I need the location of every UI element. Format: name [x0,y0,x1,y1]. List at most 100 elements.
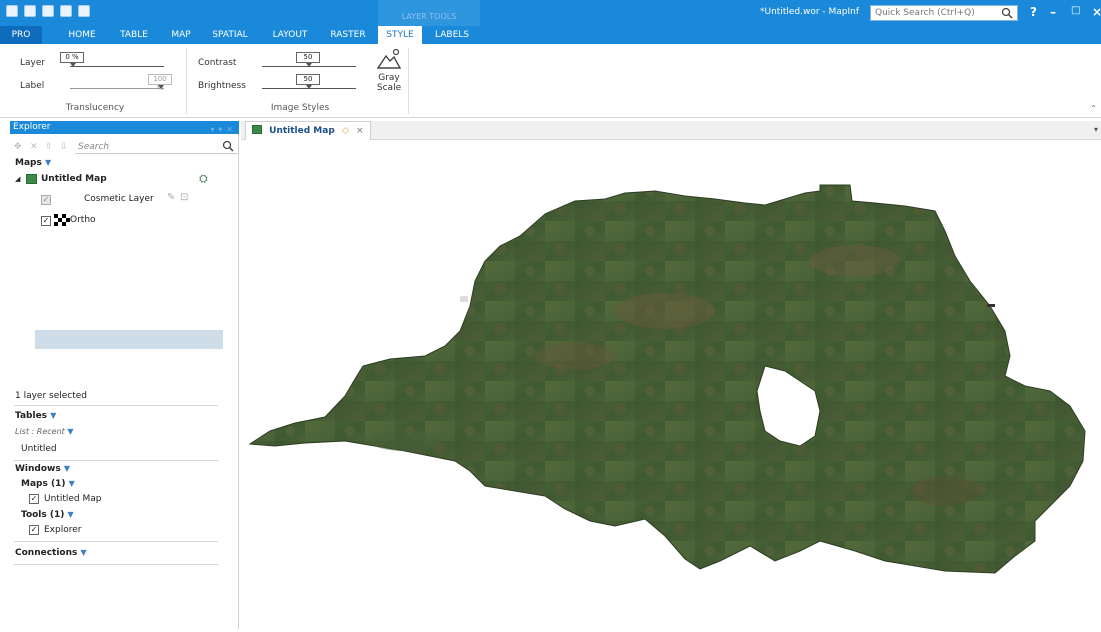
windows-tools-group[interactable]: Tools (1) ▼ [21,510,74,520]
label-translucency-slider[interactable] [70,88,164,89]
brightness-label: Brightness [198,81,246,91]
doc-tab-label: Untitled Map [269,126,335,136]
untitled-map-window-item[interactable]: Untitled Map [44,494,101,504]
gray-scale-label-2: Scale [376,83,402,93]
land-area [248,184,1086,574]
search-icon[interactable] [222,140,234,155]
selection-status: 1 layer selected [15,391,88,401]
tab-list-dropdown-icon[interactable]: ▾ [1094,125,1098,134]
title-bar: LAYER TOOLS *Untitled.wor - MapInf Quick… [0,0,1101,26]
expand-icon[interactable]: ▼ [69,479,75,488]
map-tree-item[interactable]: Untitled Map [41,174,107,184]
brightness-slider[interactable] [262,88,356,89]
expand-icon[interactable]: ▼ [68,510,74,519]
maps-heading-label: Maps [15,158,42,168]
map-icon [26,174,37,184]
tab-labels[interactable]: LABELS [430,26,474,44]
tab-raster[interactable]: RASTER [326,26,370,44]
tab-style[interactable]: STYLE [378,26,422,44]
windows-maps-group[interactable]: Maps (1) ▼ [21,479,75,489]
table-icon[interactable] [42,5,54,17]
tab-layout[interactable]: LAYOUT [268,26,312,44]
collapse-triangle-icon[interactable]: ◢ [15,175,20,183]
quick-search-placeholder: Quick Search (Ctrl+Q) [875,8,975,18]
untitled-map-window-checkbox[interactable]: ✓ [29,494,39,504]
tab-spatial[interactable]: SPATIAL [208,26,252,44]
help-button[interactable]: ? [1030,5,1037,19]
open-icon[interactable] [6,5,18,17]
layer-translucency-label: Layer [20,58,46,68]
divider [14,405,218,406]
explorer-search-input[interactable]: Search [75,140,238,154]
move-up-icon[interactable]: ⇧ [45,142,53,152]
ribbon-tabs: PRO HOME TABLE MAP SPATIAL LAYOUT RASTER… [0,26,1101,44]
explorer-header: Explorer ▾ ✦ ✕ [10,121,239,134]
expand-icon[interactable]: ▼ [50,411,56,420]
contrast-slider[interactable] [262,66,356,67]
undo-icon[interactable] [60,5,72,17]
minimize-button[interactable]: – [1050,5,1056,19]
add-icon[interactable]: ✥ [14,142,22,152]
pin-diamond-icon[interactable]: ◇ [342,126,349,136]
dropdown-icon[interactable]: ▼ [67,427,73,436]
tables-heading-label: Tables [15,411,48,421]
ortho-checkbox[interactable]: ✓ [41,216,51,226]
gray-scale-icon [376,48,402,73]
explorer-window-checkbox[interactable]: ✓ [29,525,39,535]
tab-untitled-map[interactable]: Untitled Map ◇ × [245,121,371,140]
search-icon[interactable] [1001,7,1013,22]
connections-heading-label: Connections [15,548,78,558]
connections-heading[interactable]: Connections ▼ [15,548,87,558]
save-icon[interactable] [24,5,36,17]
windows-tools-group-label: Tools (1) [21,510,65,520]
select-icon[interactable]: ⊡ [180,192,188,203]
explorer-window-item[interactable]: Explorer [44,525,81,535]
maximize-button[interactable]: □ [1071,5,1080,16]
cosmetic-layer-label[interactable]: Cosmetic Layer [84,194,154,204]
table-item[interactable]: Untitled [21,444,57,454]
maps-heading[interactable]: Maps ▼ [15,158,51,168]
explorer-panel: Explorer ▾ ✦ ✕ ✥ ✕ ⇧ ⇩ Search Maps ▼ ◢ U… [10,121,239,629]
remove-icon[interactable]: ✕ [30,142,38,152]
close-button[interactable]: × [1092,5,1101,19]
expand-icon[interactable]: ▼ [81,548,87,557]
expand-icon[interactable]: ▼ [64,464,70,473]
expand-icon[interactable]: ▼ [45,158,51,167]
label-translucency-label: Label [20,81,45,91]
layer-row-ortho[interactable] [35,330,223,349]
cosmetic-layer-checkbox[interactable]: ✓ [41,195,51,205]
translucency-group-title: Translucency [65,103,125,113]
ribbon-separator [186,48,187,114]
windows-heading[interactable]: Windows ▼ [15,464,70,474]
pin-icon[interactable]: ▾ ✦ ✕ [210,123,233,136]
raster-layer-icon [54,214,70,229]
layer-translucency-value[interactable]: 0 % [60,52,84,63]
quick-access-toolbar [6,5,90,17]
tables-list-filter[interactable]: List : Recent ▼ [15,427,73,436]
map-canvas[interactable] [245,141,1101,629]
tab-table[interactable]: TABLE [113,26,155,44]
contrast-label: Contrast [198,58,237,68]
close-tab-icon[interactable]: × [356,126,364,136]
tab-map[interactable]: MAP [166,26,196,44]
explorer-title: Explorer [13,122,51,132]
tables-heading[interactable]: Tables ▼ [15,411,56,421]
quick-search-input[interactable]: Quick Search (Ctrl+Q) [870,5,1018,21]
layer-control-icon[interactable]: ⛭ [199,172,208,186]
document-tab-bar: Untitled Map ◇ × ▾ [241,121,1101,140]
layer-tools-context-label: LAYER TOOLS [378,0,480,26]
contrast-value[interactable]: 50 [296,52,320,63]
edit-icon[interactable]: ✎ [167,192,175,203]
gray-scale-label-1: Gray [378,73,400,83]
move-down-icon[interactable]: ⇩ [60,142,68,152]
brightness-value[interactable]: 50 [296,74,320,85]
ribbon-separator [408,48,409,114]
ortho-layer-label[interactable]: Ortho [70,215,96,225]
layer-translucency-slider[interactable] [70,66,164,67]
collapse-ribbon-icon[interactable]: ⌃ [1090,104,1097,113]
label-translucency-value[interactable]: 100 % [148,74,172,92]
customize-icon[interactable] [78,5,90,17]
tab-home[interactable]: HOME [58,26,106,44]
tab-pro[interactable]: PRO [0,26,42,44]
gray-scale-button[interactable]: Gray Scale [374,48,404,100]
